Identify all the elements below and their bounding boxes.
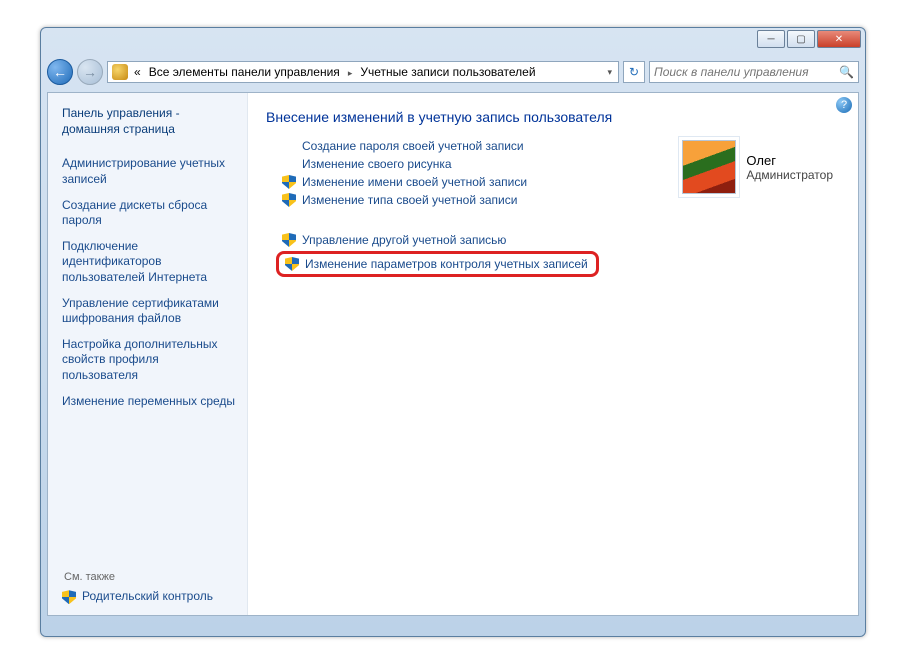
- nav-forward-button[interactable]: →: [77, 59, 103, 85]
- task-link[interactable]: Управление другой учетной записью: [282, 233, 840, 247]
- nav-back-button[interactable]: ←: [47, 59, 73, 85]
- shield-icon: [62, 590, 76, 604]
- task-link-highlighted[interactable]: Изменение параметров контроля учетных за…: [276, 251, 599, 277]
- task-link-label: Изменение своего рисунка: [302, 157, 452, 171]
- sidebar-link[interactable]: Изменение переменных среды: [62, 389, 237, 415]
- minimize-button[interactable]: ─: [757, 30, 785, 48]
- close-button[interactable]: ✕: [817, 30, 861, 48]
- avatar: [682, 140, 736, 194]
- task-link-label: Изменение параметров контроля учетных за…: [305, 257, 588, 271]
- titlebar: ─ ▢ ✕: [41, 28, 865, 56]
- sidebar-link[interactable]: Управление сертификатами шифрования файл…: [62, 291, 237, 332]
- see-also-label: См. также: [64, 571, 237, 583]
- search-input[interactable]: [654, 65, 839, 79]
- chevron-down-icon[interactable]: ▾: [603, 67, 616, 78]
- user-card: Олег Администратор: [677, 135, 838, 199]
- control-panel-icon: [112, 64, 128, 80]
- sidebar-link[interactable]: Подключение идентификаторов пользователе…: [62, 234, 237, 291]
- breadcrumb-item[interactable]: Все элементы панели управления: [147, 65, 342, 79]
- main-pane: Внесение изменений в учетную запись поль…: [248, 93, 858, 615]
- shield-icon: [282, 233, 296, 247]
- shield-icon: [282, 193, 296, 207]
- sidebar-link[interactable]: Создание дискеты сброса пароля: [62, 193, 237, 234]
- task-link-label: Изменение имени своей учетной записи: [302, 175, 527, 189]
- search-box[interactable]: 🔍: [649, 61, 859, 83]
- control-panel-window: ─ ▢ ✕ ← → « Все элементы панели управлен…: [40, 27, 866, 637]
- task-link-label: Изменение типа своей учетной записи: [302, 193, 517, 207]
- sidebar-link[interactable]: Администрирование учетных записей: [62, 151, 237, 192]
- chevron-right-icon: [346, 65, 355, 79]
- address-bar[interactable]: « Все элементы панели управления Учетные…: [107, 61, 619, 83]
- sidebar-link[interactable]: Настройка дополнительных свойств профиля…: [62, 332, 237, 389]
- user-role: Администратор: [746, 168, 833, 182]
- user-info: Олег Администратор: [746, 153, 833, 182]
- task-link-label: Создание пароля своей учетной записи: [302, 139, 524, 153]
- sidebar-link-label: Родительский контроль: [82, 589, 213, 605]
- window-buttons: ─ ▢ ✕: [757, 30, 861, 48]
- user-name: Олег: [746, 153, 833, 168]
- content-pane: ? Панель управления - домашняя страница …: [47, 92, 859, 616]
- shield-icon: [285, 257, 299, 271]
- search-icon[interactable]: 🔍: [839, 65, 854, 79]
- maximize-button[interactable]: ▢: [787, 30, 815, 48]
- breadcrumb-prefix: «: [132, 65, 143, 79]
- breadcrumb-item[interactable]: Учетные записи пользователей: [358, 65, 537, 79]
- sidebar-parental-link[interactable]: Родительский контроль: [62, 589, 237, 605]
- shield-icon: [282, 175, 296, 189]
- shield-icon-placeholder: [282, 139, 296, 153]
- sidebar-home-link[interactable]: Панель управления - домашняя страница: [62, 105, 237, 137]
- page-title: Внесение изменений в учетную запись поль…: [266, 109, 840, 125]
- navbar: ← → « Все элементы панели управления Уче…: [47, 56, 859, 88]
- sidebar: Панель управления - домашняя страница Ад…: [48, 93, 248, 615]
- shield-icon-placeholder: [282, 157, 296, 171]
- refresh-button[interactable]: ↻: [623, 61, 645, 83]
- task-link-label: Управление другой учетной записью: [302, 233, 506, 247]
